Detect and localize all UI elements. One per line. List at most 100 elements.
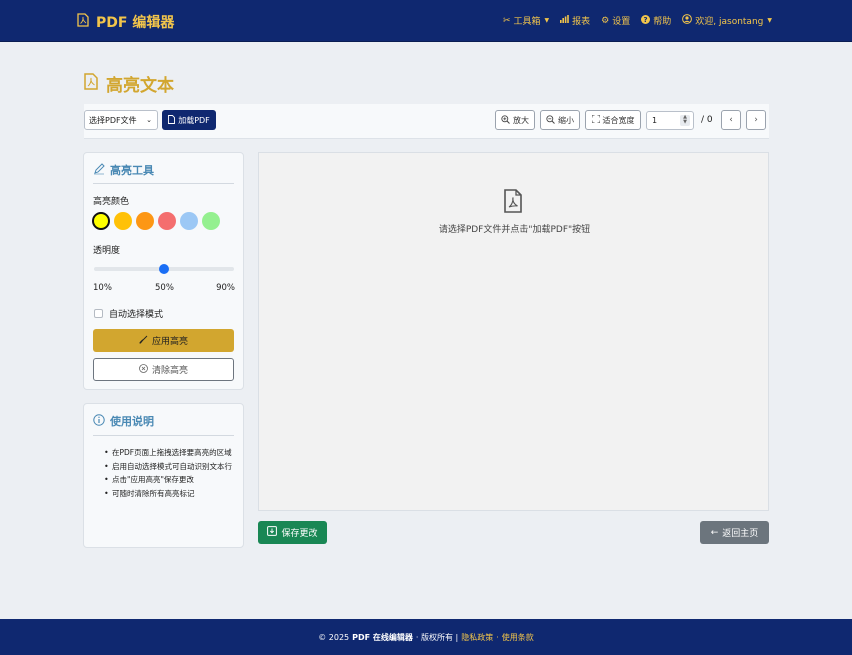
navbar: PDF 编辑器 ✂ 工具箱 ▼ 报表 ⚙ 设置 ? 帮助 欢迎, jasonta…: [0, 0, 852, 42]
back-home-label: 返回主页: [722, 529, 759, 539]
close-circle-icon: [139, 363, 148, 376]
card-title: 使用说明: [93, 413, 154, 429]
list-item: 在PDF页面上拖拽选择要高亮的区域: [104, 446, 234, 460]
page-number-value: 1: [652, 116, 658, 125]
instructions-card: 使用说明 在PDF页面上拖拽选择要高亮的区域 启用自动选择模式可自动识别文本行 …: [83, 403, 244, 548]
brand[interactable]: PDF 编辑器: [77, 12, 174, 32]
nav-item-label: 报表: [572, 17, 591, 27]
apply-highlight-label: 应用高亮: [151, 337, 188, 347]
footer-brand: PDF 在线编辑器: [352, 632, 413, 642]
page-total: / 0: [701, 115, 713, 125]
chevron-right-icon: ›: [754, 115, 758, 125]
opacity-slider[interactable]: [94, 264, 234, 274]
divider: [93, 435, 234, 436]
tick-label: 50%: [155, 283, 174, 293]
color-swatch[interactable]: [92, 212, 110, 230]
footer-rights: · 版权所有 |: [415, 632, 459, 642]
file-pdf-icon: [503, 189, 523, 216]
highlight-color-label: 高亮颜色: [93, 197, 130, 207]
bar-chart-icon: [560, 15, 569, 26]
footer-copyright: © 2025: [318, 632, 350, 642]
color-swatch[interactable]: [158, 212, 176, 230]
pdf-viewer[interactable]: 请选择PDF文件并点击"加载PDF"按钮: [258, 152, 769, 511]
apply-highlight-button[interactable]: 应用高亮: [93, 329, 234, 352]
file-pdf-icon: [77, 13, 89, 31]
zoom-in-button[interactable]: 放大: [495, 110, 535, 130]
privacy-link[interactable]: 隐私政策: [461, 632, 493, 643]
zoom-out-button[interactable]: 缩小: [540, 110, 580, 130]
list-item: 可随时清除所有高亮标记: [104, 487, 234, 501]
caret-down-icon: ▼: [767, 17, 772, 24]
gear-icon: ⚙: [601, 15, 610, 26]
svg-text:?: ?: [644, 16, 648, 24]
info-icon: [93, 413, 105, 429]
tick-label: 90%: [216, 283, 235, 293]
nav-menu: ✂ 工具箱 ▼ 报表 ⚙ 设置 ? 帮助 欢迎, jasontang ▼: [503, 14, 772, 27]
pencil-icon: [93, 162, 105, 178]
fit-width-button[interactable]: 适合宽度: [585, 110, 641, 130]
user-circle-icon: [682, 14, 693, 27]
file-pdf-icon: [84, 72, 98, 95]
color-swatch[interactable]: [114, 212, 132, 230]
nav-item-help[interactable]: ? 帮助: [641, 14, 671, 27]
page-title-text: 高亮文本: [106, 76, 174, 96]
chevron-left-icon: ‹: [729, 115, 733, 125]
opacity-label: 透明度: [93, 246, 121, 256]
file-pdf-icon: [168, 114, 176, 126]
empty-message: 请选择PDF文件并点击"加载PDF"按钮: [438, 225, 591, 235]
clear-highlight-label: 清除高亮: [151, 366, 188, 376]
terms-link[interactable]: 使用条款: [502, 632, 534, 643]
user-label: 欢迎, jasontang: [695, 17, 764, 27]
card-title-text: 高亮工具: [110, 164, 154, 177]
auto-select-label: 自动选择模式: [109, 310, 164, 320]
nav-item-user[interactable]: 欢迎, jasontang ▼: [682, 14, 772, 27]
zoom-in-icon: [501, 114, 510, 126]
nav-item-label: 设置: [612, 17, 631, 27]
page-title: 高亮文本: [84, 71, 174, 96]
question-circle-icon: ?: [641, 14, 651, 27]
nav-item-reports[interactable]: 报表: [560, 14, 590, 27]
auto-select-checkbox[interactable]: [94, 309, 103, 318]
pdf-toolbar: 选择PDF文件 ⌄ 加载PDF 放大 缩小 适合宽度 1 ▲ ▼ / 0 ‹ ›: [84, 104, 769, 139]
color-swatch[interactable]: [202, 212, 220, 230]
zoom-out-label: 缩小: [558, 115, 574, 125]
tools-icon: ✂: [502, 15, 511, 26]
card-title: 高亮工具: [93, 162, 154, 178]
nav-item-label: 工具箱: [513, 17, 541, 27]
caret-down-icon: ▼: [544, 17, 550, 24]
color-swatches: [92, 212, 220, 230]
clear-highlight-button[interactable]: 清除高亮: [93, 358, 234, 381]
list-item: 启用自动选择模式可自动识别文本行: [104, 460, 234, 474]
footer: © 2025 PDF 在线编辑器 · 版权所有 | 隐私政策 · 使用条款: [0, 619, 852, 655]
save-changes-label: 保存更改: [281, 529, 318, 539]
expand-icon: [591, 114, 600, 125]
pdf-file-select[interactable]: 选择PDF文件 ⌄: [84, 110, 158, 130]
card-title-text: 使用说明: [110, 415, 154, 428]
arrow-left-icon: ←: [710, 527, 719, 538]
slider-thumb[interactable]: [159, 264, 169, 274]
color-swatch[interactable]: [136, 212, 154, 230]
divider: [93, 183, 234, 184]
tick-label: 10%: [93, 283, 112, 293]
nav-item-settings[interactable]: ⚙ 设置: [601, 14, 631, 28]
page-number-input[interactable]: 1 ▲ ▼: [646, 111, 694, 130]
zoom-in-label: 放大: [513, 115, 529, 125]
color-swatch[interactable]: [180, 212, 198, 230]
chevron-down-icon: ⌄: [146, 116, 152, 124]
next-page-button[interactable]: ›: [746, 110, 766, 130]
nav-item-tools[interactable]: ✂ 工具箱 ▼: [502, 14, 550, 28]
highlight-tools-card: 高亮工具 高亮颜色 透明度 10% 50% 90% 自动选择模式 应用高亮 清除…: [83, 152, 244, 390]
back-home-button[interactable]: ← 返回主页: [700, 521, 769, 544]
load-pdf-label: 加载PDF: [178, 115, 210, 125]
nav-item-label: 帮助: [653, 17, 672, 27]
select-value: 选择PDF文件: [89, 116, 137, 125]
brand-label: PDF 编辑器: [96, 15, 175, 31]
save-changes-button[interactable]: 保存更改: [258, 521, 327, 544]
load-pdf-button[interactable]: 加载PDF: [162, 110, 216, 130]
prev-page-button[interactable]: ‹: [721, 110, 741, 130]
auto-select-toggle[interactable]: 自动选择模式: [94, 307, 163, 320]
spinner-icon[interactable]: ▲ ▼: [680, 115, 690, 126]
save-icon: [267, 526, 278, 539]
instructions-list: 在PDF页面上拖拽选择要高亮的区域 启用自动选择模式可自动识别文本行 点击"应用…: [104, 446, 234, 500]
footer-dot: ·: [496, 632, 499, 642]
